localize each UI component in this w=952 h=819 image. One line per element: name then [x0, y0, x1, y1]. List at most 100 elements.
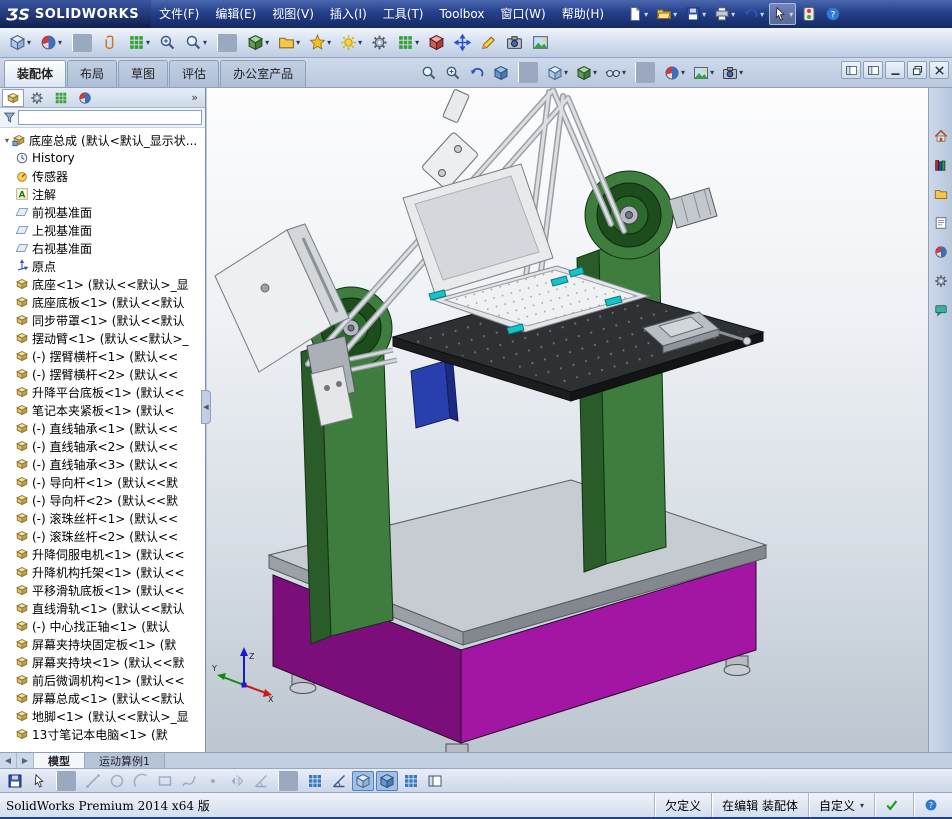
menu-tools[interactable]: 工具(T) — [375, 0, 432, 28]
hide-show-items-icon[interactable] — [602, 62, 629, 83]
file-explorer-icon[interactable] — [931, 184, 951, 204]
tab-model[interactable]: 模型 — [34, 753, 85, 768]
tree-item[interactable]: 原点 — [2, 257, 205, 275]
tree-item[interactable]: (-) 直线轴承<3> (默认<< — [2, 455, 205, 473]
edit-appearance-icon[interactable] — [661, 62, 688, 83]
zoom-to-fit-icon[interactable] — [418, 62, 440, 83]
tree-item[interactable]: 右视基准面 — [2, 239, 205, 257]
collapse-pane-icon[interactable] — [841, 61, 861, 79]
custom-properties-icon[interactable] — [931, 271, 951, 291]
mate-icon[interactable] — [99, 32, 122, 54]
menu-edit[interactable]: 编辑(E) — [207, 0, 264, 28]
undo-icon[interactable] — [740, 3, 767, 25]
tree-item[interactable]: 升降机构托架<1> (默认<< — [2, 563, 205, 581]
split-view-icon[interactable] — [424, 771, 446, 791]
move-component-icon[interactable] — [451, 32, 474, 54]
solidworks-forum-icon[interactable] — [931, 300, 951, 320]
view-orientation-icon[interactable] — [544, 62, 571, 83]
displaymanager-tab-icon[interactable] — [74, 89, 96, 107]
solidworks-resources-icon[interactable] — [931, 126, 951, 146]
tree-item[interactable]: (-) 滚珠丝杆<2> (默认<< — [2, 527, 205, 545]
tab-assembly[interactable]: 装配体 — [4, 60, 67, 87]
tree-item[interactable]: 传感器 — [2, 167, 205, 185]
display-style-icon[interactable] — [573, 62, 600, 83]
point-tool-icon[interactable] — [202, 771, 224, 791]
draft-grid-icon[interactable] — [400, 771, 422, 791]
rebuild-icon[interactable] — [798, 3, 820, 25]
menu-help[interactable]: 帮助(H) — [554, 0, 612, 28]
menu-toolbox[interactable]: Toolbox — [431, 0, 492, 28]
zoom-in-icon[interactable] — [156, 32, 179, 54]
isometric-view-icon[interactable] — [352, 770, 374, 791]
model-screen-fixture[interactable] — [214, 223, 356, 427]
view-settings-2-icon[interactable] — [719, 62, 746, 83]
render-icon[interactable] — [529, 32, 552, 54]
tree-item[interactable]: 屏幕夹持块<1> (默认<<默 — [2, 653, 205, 671]
rectangle-tool-icon[interactable] — [154, 771, 176, 791]
tree-item[interactable]: 笔记本夹紧板<1> (默认< — [2, 401, 205, 419]
mirror-tool-icon[interactable] — [226, 771, 248, 791]
component-pattern-icon[interactable] — [125, 32, 153, 54]
tree-item[interactable]: 摆动臂<1> (默认<<默认>_ — [2, 329, 205, 347]
menu-view[interactable]: 视图(V) — [264, 0, 322, 28]
tab-scroll-left[interactable]: ◀ — [0, 753, 17, 768]
tree-item[interactable]: History — [2, 149, 205, 167]
view-settings-icon[interactable] — [6, 32, 34, 54]
spline-tool-icon[interactable] — [178, 771, 200, 791]
previous-view-icon[interactable] — [466, 62, 488, 83]
tree-item[interactable]: 地脚<1> (默认<<默认>_显 — [2, 707, 205, 725]
zoom-tools-icon[interactable] — [182, 32, 210, 54]
panel-overflow-button[interactable]: » — [191, 91, 203, 104]
open-icon[interactable] — [653, 3, 680, 25]
menu-window[interactable]: 窗口(W) — [492, 0, 553, 28]
close-window-icon[interactable] — [929, 61, 949, 79]
appearance-icon[interactable] — [37, 32, 65, 54]
appearances-scenes-icon[interactable] — [931, 242, 951, 262]
model-swing-arm-left[interactable] — [300, 286, 394, 645]
insert-component-icon[interactable] — [244, 32, 272, 54]
status-ok-icon[interactable] — [874, 793, 913, 817]
save-icon[interactable] — [682, 3, 709, 25]
snapshot-icon[interactable] — [503, 32, 526, 54]
model-pivot-shaft[interactable] — [668, 187, 718, 229]
status-custom[interactable]: 自定义 — [807, 793, 874, 817]
snap-angle-icon[interactable] — [328, 771, 350, 791]
shaded-view-icon[interactable] — [376, 770, 398, 791]
tree-item[interactable]: (-) 摆臂横杆<2> (默认<< — [2, 365, 205, 383]
menu-insert[interactable]: 插入(I) — [322, 0, 375, 28]
new-document-icon[interactable] — [624, 3, 651, 25]
assembly-appearance-icon[interactable] — [337, 32, 365, 54]
propertymanager-tab-icon[interactable] — [26, 89, 48, 107]
tree-item[interactable]: 升降伺服电机<1> (默认<< — [2, 545, 205, 563]
tree-item[interactable]: 升降平台底板<1> (默认<< — [2, 383, 205, 401]
open-part-icon[interactable] — [275, 32, 303, 54]
tree-item[interactable]: (-) 直线轴承<2> (默认<< — [2, 437, 205, 455]
smart-fasteners-icon[interactable] — [306, 32, 334, 54]
select-icon[interactable] — [28, 771, 50, 791]
tree-item[interactable]: 上视基准面 — [2, 221, 205, 239]
apply-scene-icon[interactable] — [690, 62, 717, 83]
tree-item[interactable]: 前后微调机构<1> (默认<< — [2, 671, 205, 689]
status-under-defined[interactable]: 欠定义 — [654, 793, 711, 817]
linear-pattern-icon[interactable] — [394, 32, 422, 54]
tree-item[interactable]: (-) 滚珠丝杆<1> (默认<< — [2, 509, 205, 527]
tree-item[interactable]: 前视基准面 — [2, 203, 205, 221]
save-icon[interactable] — [4, 771, 26, 791]
menu-file[interactable]: 文件(F) — [151, 0, 207, 28]
help-icon[interactable] — [822, 3, 844, 25]
tab-motion-study-1[interactable]: 运动算例1 — [85, 753, 165, 768]
tab-evaluate[interactable]: 评估 — [169, 60, 220, 87]
model-pendant-box[interactable] — [410, 360, 459, 429]
minimize-window-icon[interactable] — [885, 61, 905, 79]
arc-tool-icon[interactable] — [130, 771, 152, 791]
tree-filter-input[interactable] — [18, 110, 202, 125]
view-palette-icon[interactable] — [931, 213, 951, 233]
tree-item[interactable]: 屏幕夹持块固定板<1> (默 — [2, 635, 205, 653]
tree-root-item[interactable]: ▾ 底座总成 (默认<默认_显示状... — [2, 131, 205, 149]
tree-item[interactable]: 底座底板<1> (默认<<默认 — [2, 293, 205, 311]
section-view-icon[interactable] — [490, 62, 512, 83]
grid-snap-icon[interactable] — [304, 771, 326, 791]
tree-item[interactable]: (-) 中心找正轴<1> (默认 — [2, 617, 205, 635]
featuremanager-tab-icon[interactable] — [2, 88, 24, 107]
status-editing-assembly[interactable]: 在编辑 装配体 — [711, 793, 808, 817]
